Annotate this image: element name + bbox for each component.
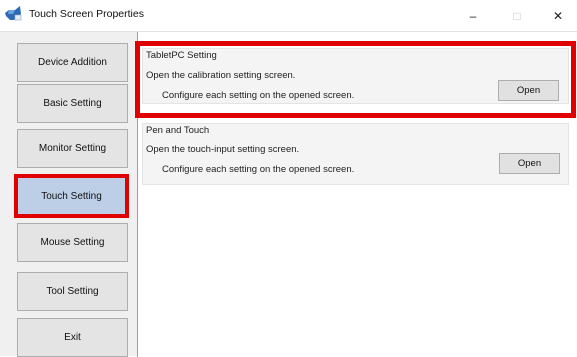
- pen-and-touch-open-button[interactable]: Open: [499, 153, 560, 174]
- nav-basic-setting-button[interactable]: Basic Setting: [17, 84, 128, 123]
- highlight-annotation-frame: [135, 41, 576, 118]
- nav-touch-setting-button[interactable]: Touch Setting: [14, 174, 129, 218]
- group-description: Open the touch-input setting screen.: [146, 144, 300, 155]
- close-button[interactable]: ✕: [538, 0, 577, 31]
- nav-exit-button[interactable]: Exit: [17, 318, 128, 357]
- nav-mouse-setting-button[interactable]: Mouse Setting: [17, 223, 128, 262]
- nav-monitor-setting-button[interactable]: Monitor Setting: [17, 129, 128, 168]
- nav-tool-setting-button[interactable]: Tool Setting: [17, 272, 128, 311]
- window-title: Touch Screen Properties: [29, 8, 144, 20]
- touch-screen-app-icon: [5, 6, 22, 21]
- pen-and-touch-group: Pen and Touch Open the touch-input setti…: [142, 123, 569, 185]
- sidebar: Device Addition Basic Setting Monitor Se…: [0, 32, 137, 357]
- group-subtext: Configure each setting on the opened scr…: [162, 164, 355, 175]
- maximize-button[interactable]: □: [497, 0, 537, 31]
- nav-device-addition-button[interactable]: Device Addition: [17, 43, 128, 82]
- touch-screen-properties-window: Touch Screen Properties – □ ✕ Device Add…: [0, 0, 577, 357]
- group-title: Pen and Touch: [146, 125, 210, 136]
- minimize-button[interactable]: –: [453, 0, 493, 31]
- title-bar: Touch Screen Properties – □ ✕: [0, 0, 577, 31]
